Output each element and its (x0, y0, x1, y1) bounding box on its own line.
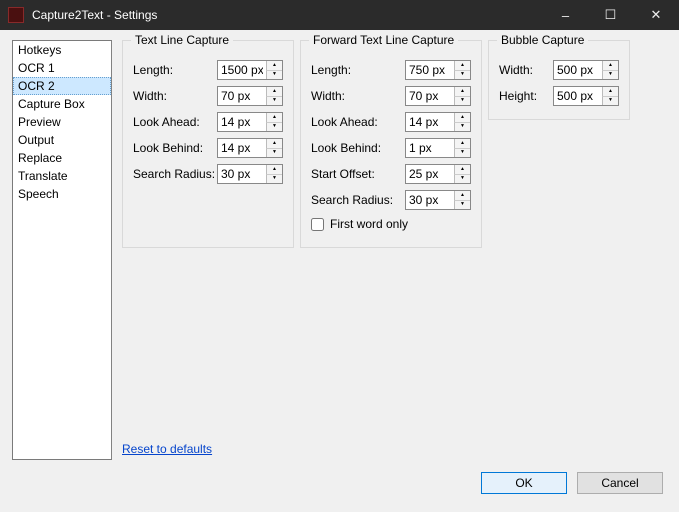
spin-up-icon[interactable]: ▲ (266, 139, 282, 149)
bubble-width-spinbox[interactable]: ▲▼ (553, 60, 619, 80)
cancel-button[interactable]: Cancel (577, 472, 663, 494)
sidebar-item-preview[interactable]: Preview (13, 113, 111, 131)
ok-button[interactable]: OK (481, 472, 567, 494)
search-radius-label-fwd: Search Radius: (311, 193, 405, 207)
search-radius-label: Search Radius: (133, 167, 217, 181)
look-ahead-input-fwd[interactable] (406, 113, 454, 131)
sidebar-item-ocr1[interactable]: OCR 1 (13, 59, 111, 77)
spin-up-icon[interactable]: ▲ (454, 113, 470, 123)
width-spinbox[interactable]: ▲▼ (217, 86, 283, 106)
spin-down-icon[interactable]: ▼ (454, 123, 470, 132)
spin-up-icon[interactable]: ▲ (454, 87, 470, 97)
search-radius-spinbox-fwd[interactable]: ▲▼ (405, 190, 471, 210)
first-word-only-checkbox[interactable] (311, 218, 324, 231)
reset-to-defaults-link[interactable]: Reset to defaults (122, 442, 212, 456)
spin-down-icon[interactable]: ▼ (454, 149, 470, 158)
sidebar-item-output[interactable]: Output (13, 131, 111, 149)
window-title: Capture2Text - Settings (32, 8, 543, 22)
spin-down-icon[interactable]: ▼ (266, 71, 282, 80)
spin-up-icon[interactable]: ▲ (602, 87, 618, 97)
spin-down-icon[interactable]: ▼ (454, 201, 470, 210)
look-ahead-spinbox[interactable]: ▲▼ (217, 112, 283, 132)
spin-up-icon[interactable]: ▲ (266, 61, 282, 71)
group-legend: Text Line Capture (131, 33, 233, 47)
start-offset-input[interactable] (406, 165, 454, 183)
width-input[interactable] (218, 87, 266, 105)
spin-down-icon[interactable]: ▼ (454, 175, 470, 184)
length-label: Length: (133, 63, 217, 77)
spin-up-icon[interactable]: ▲ (266, 165, 282, 175)
width-input-fwd[interactable] (406, 87, 454, 105)
bubble-height-label: Height: (499, 89, 553, 103)
sidebar-item-hotkeys[interactable]: Hotkeys (13, 41, 111, 59)
settings-sidebar: Hotkeys OCR 1 OCR 2 Capture Box Preview … (12, 40, 112, 460)
bubble-height-input[interactable] (554, 87, 602, 105)
look-behind-label-fwd: Look Behind: (311, 141, 405, 155)
spin-down-icon[interactable]: ▼ (454, 71, 470, 80)
sidebar-item-capture-box[interactable]: Capture Box (13, 95, 111, 113)
sidebar-item-replace[interactable]: Replace (13, 149, 111, 167)
app-icon (8, 7, 24, 23)
look-behind-input[interactable] (218, 139, 266, 157)
search-radius-input[interactable] (218, 165, 266, 183)
length-spinbox-fwd[interactable]: ▲▼ (405, 60, 471, 80)
look-behind-label: Look Behind: (133, 141, 217, 155)
dialog-footer: OK Cancel (0, 466, 679, 504)
look-behind-spinbox[interactable]: ▲▼ (217, 138, 283, 158)
spin-up-icon[interactable]: ▲ (266, 113, 282, 123)
forward-text-line-capture-group: Forward Text Line Capture Length: ▲▼ Wid… (300, 40, 482, 248)
spin-up-icon[interactable]: ▲ (454, 191, 470, 201)
look-behind-spinbox-fwd[interactable]: ▲▼ (405, 138, 471, 158)
width-label: Width: (133, 89, 217, 103)
search-radius-spinbox[interactable]: ▲▼ (217, 164, 283, 184)
spin-down-icon[interactable]: ▼ (602, 97, 618, 106)
look-ahead-label: Look Ahead: (133, 115, 217, 129)
group-legend: Forward Text Line Capture (309, 33, 458, 47)
first-word-only-label: First word only (330, 217, 408, 231)
start-offset-spinbox[interactable]: ▲▼ (405, 164, 471, 184)
group-legend: Bubble Capture (497, 33, 588, 47)
length-label-fwd: Length: (311, 63, 405, 77)
bubble-capture-group: Bubble Capture Width: ▲▼ Height: ▲▼ (488, 40, 630, 120)
title-bar: Capture2Text - Settings – ☐ ✕ (0, 0, 679, 30)
sidebar-item-ocr2[interactable]: OCR 2 (13, 77, 111, 95)
spin-up-icon[interactable]: ▲ (454, 165, 470, 175)
text-line-capture-group: Text Line Capture Length: ▲▼ Width: ▲▼ (122, 40, 294, 248)
width-spinbox-fwd[interactable]: ▲▼ (405, 86, 471, 106)
minimize-button[interactable]: – (543, 0, 588, 30)
sidebar-item-translate[interactable]: Translate (13, 167, 111, 185)
spin-up-icon[interactable]: ▲ (454, 61, 470, 71)
length-spinbox[interactable]: ▲▼ (217, 60, 283, 80)
spin-down-icon[interactable]: ▼ (266, 149, 282, 158)
spin-down-icon[interactable]: ▼ (266, 175, 282, 184)
spin-down-icon[interactable]: ▼ (602, 71, 618, 80)
bubble-height-spinbox[interactable]: ▲▼ (553, 86, 619, 106)
sidebar-item-speech[interactable]: Speech (13, 185, 111, 203)
spin-down-icon[interactable]: ▼ (266, 97, 282, 106)
look-ahead-spinbox-fwd[interactable]: ▲▼ (405, 112, 471, 132)
bubble-width-label: Width: (499, 63, 553, 77)
spin-down-icon[interactable]: ▼ (266, 123, 282, 132)
length-input[interactable] (218, 61, 266, 79)
spin-up-icon[interactable]: ▲ (454, 139, 470, 149)
look-ahead-input[interactable] (218, 113, 266, 131)
start-offset-label: Start Offset: (311, 167, 405, 181)
spin-up-icon[interactable]: ▲ (602, 61, 618, 71)
search-radius-input-fwd[interactable] (406, 191, 454, 209)
spin-up-icon[interactable]: ▲ (266, 87, 282, 97)
maximize-button[interactable]: ☐ (588, 0, 633, 30)
width-label-fwd: Width: (311, 89, 405, 103)
close-button[interactable]: ✕ (633, 0, 679, 30)
length-input-fwd[interactable] (406, 61, 454, 79)
bubble-width-input[interactable] (554, 61, 602, 79)
look-behind-input-fwd[interactable] (406, 139, 454, 157)
spin-down-icon[interactable]: ▼ (454, 97, 470, 106)
look-ahead-label-fwd: Look Ahead: (311, 115, 405, 129)
